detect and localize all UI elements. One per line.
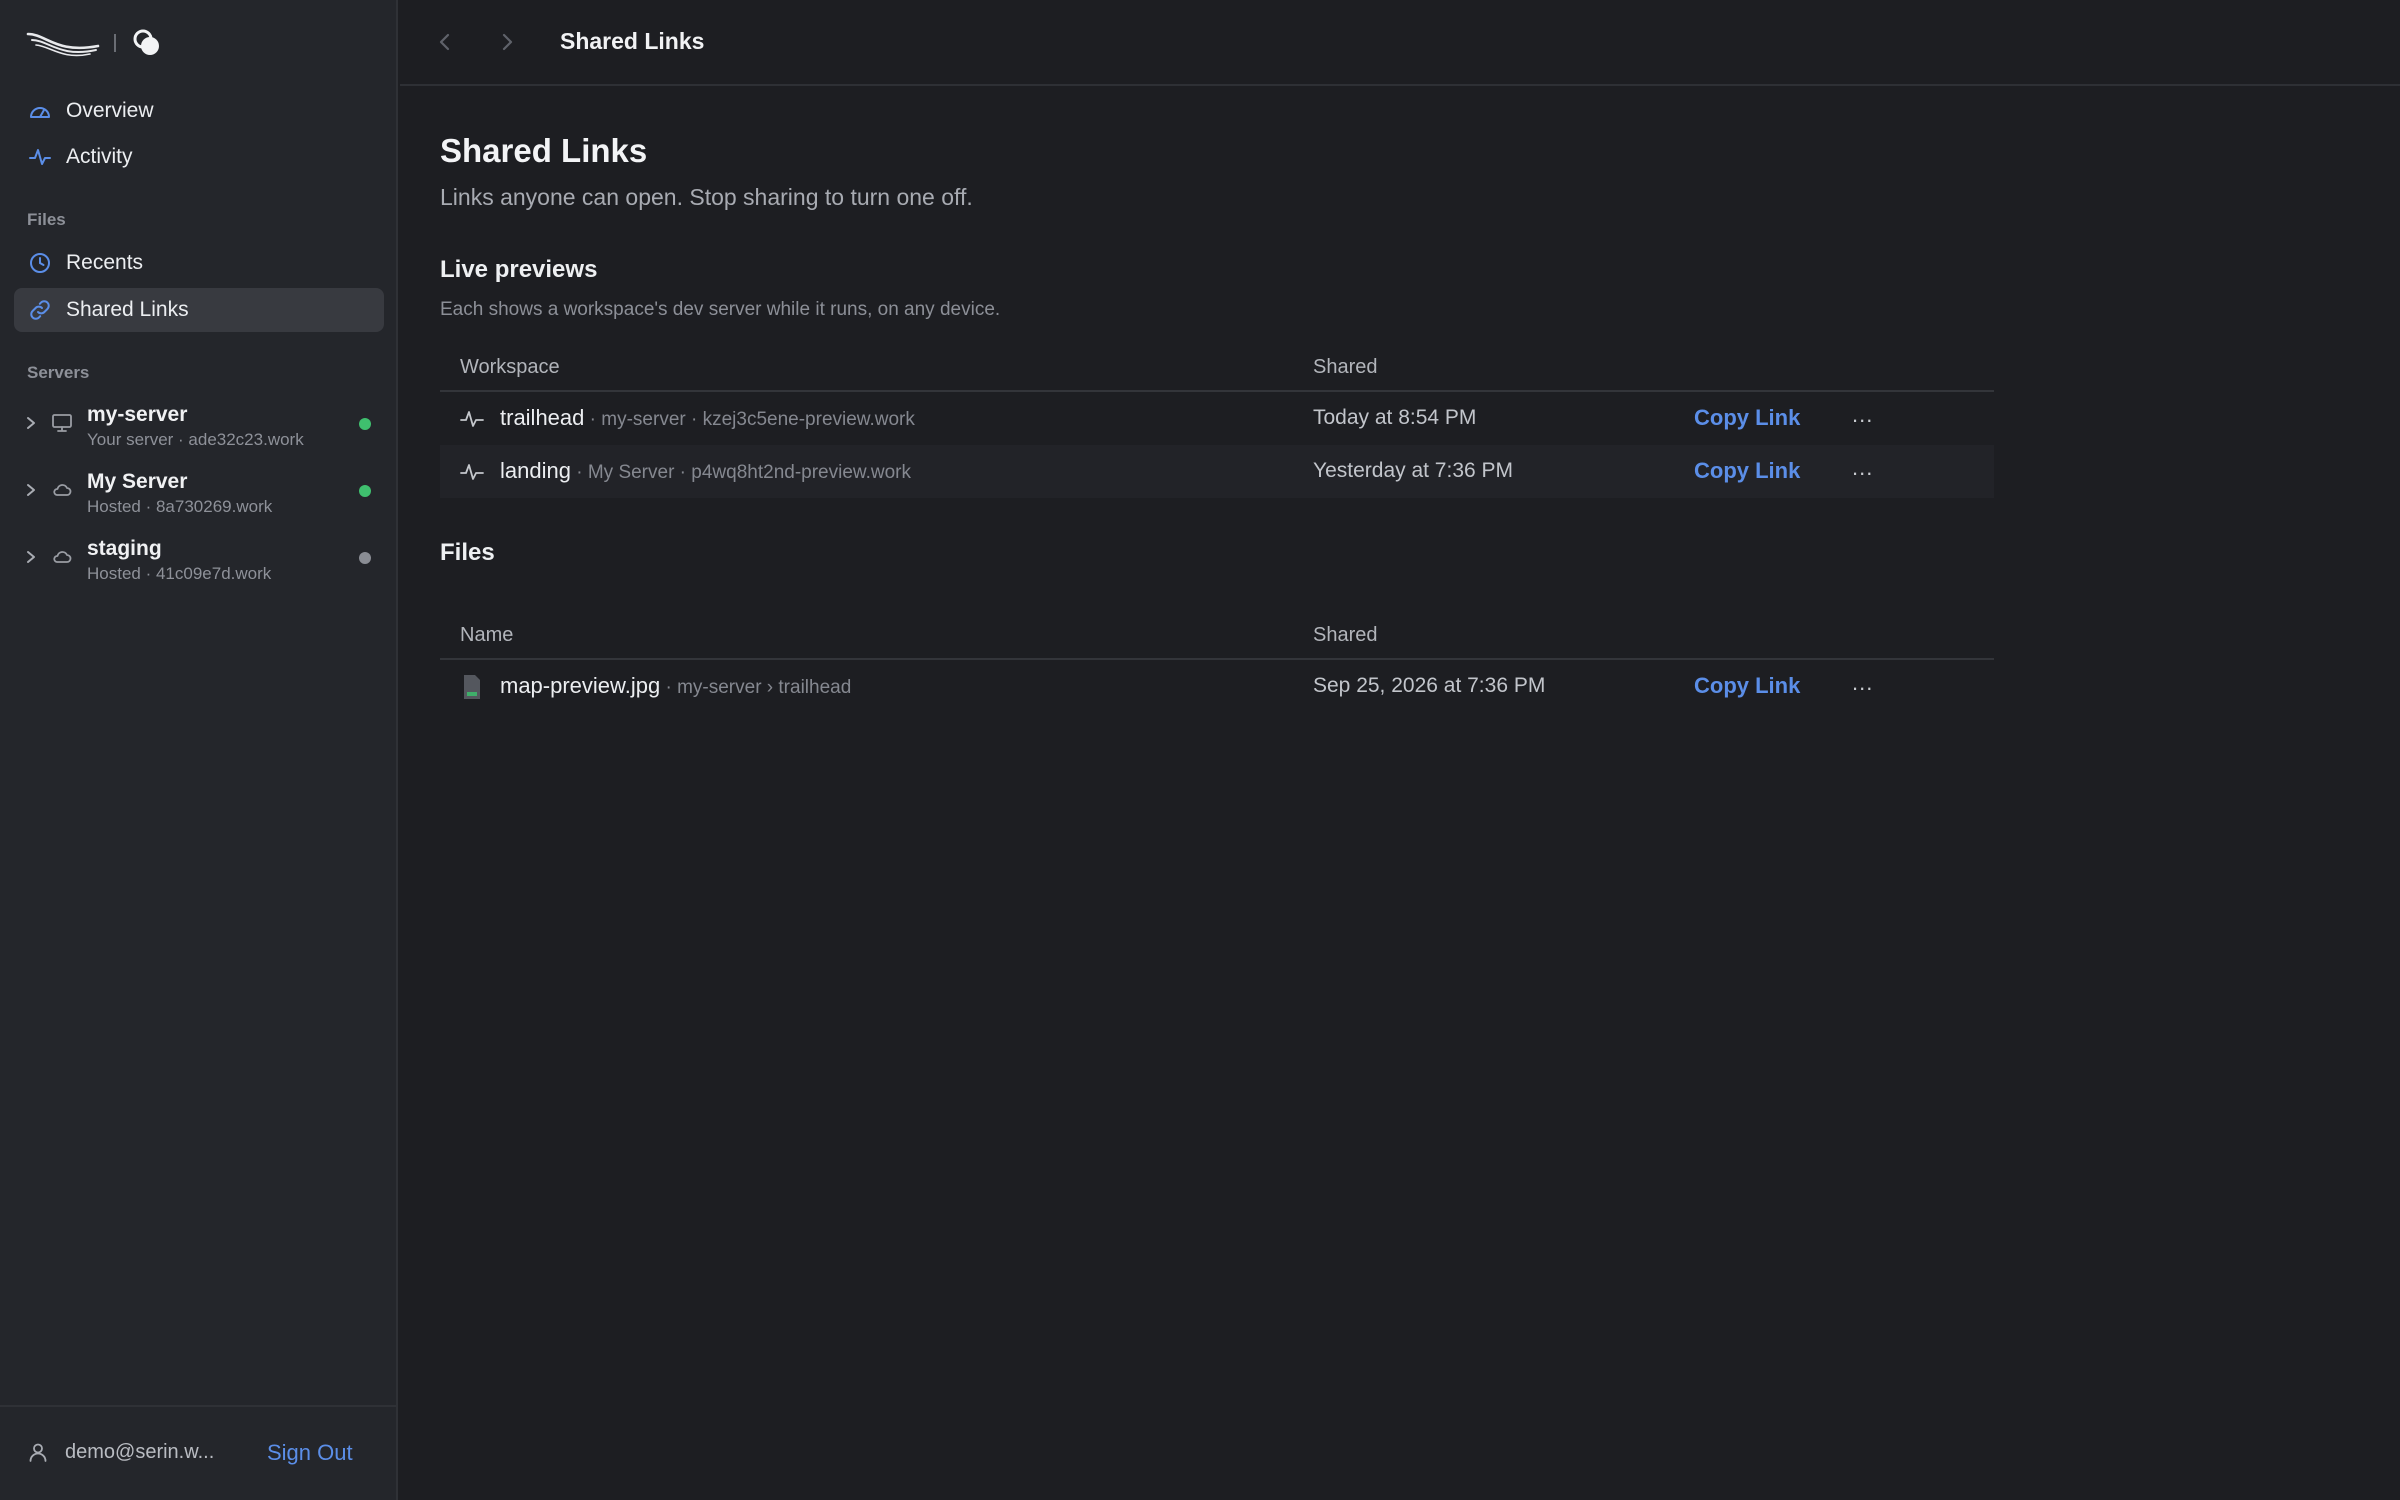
column-header-shared: Shared	[1313, 356, 1378, 378]
server-name: My Server	[87, 470, 188, 493]
sidebar-item-label: Recents	[66, 251, 144, 274]
workspace-name[interactable]: trailhead · my-server · kzej3c5ene-previ…	[500, 405, 915, 431]
sidebar-item-activity[interactable]: Activity	[14, 135, 384, 179]
server-item-staging[interactable]: staging Hosted · 41c09e7d.work	[0, 535, 396, 595]
shared-time: Sep 25, 2026 at 7:36 PM	[1313, 674, 1546, 697]
chevron-right-icon[interactable]	[23, 482, 39, 498]
shared-time: Yesterday at 7:36 PM	[1313, 459, 1514, 482]
server-subtitle: Hosted · 8a730269.work	[87, 497, 273, 516]
workspace-meta: · my-server · kzej3c5ene-preview.work	[584, 409, 915, 430]
copy-link-button[interactable]: Copy Link	[1694, 405, 1800, 431]
copy-link-button[interactable]: Copy Link	[1694, 458, 1800, 484]
wave-logo-icon	[26, 32, 100, 57]
cloud-icon	[53, 484, 72, 496]
activity-icon	[460, 411, 484, 427]
activity-icon	[29, 149, 51, 165]
page-subtitle: Links anyone can open. Stop sharing to t…	[440, 184, 973, 210]
cloud-icon	[53, 551, 72, 563]
file-meta: · my-server › trailhead	[660, 677, 852, 698]
chevron-right-icon[interactable]	[23, 415, 39, 431]
status-dot-offline	[359, 552, 371, 564]
file-name-text: map-preview.jpg	[500, 673, 661, 698]
activity-icon	[460, 464, 484, 480]
main-content: Shared Links Links anyone can open. Stop…	[400, 88, 2400, 1500]
server-name: my-server	[87, 403, 188, 426]
forward-arrow-icon[interactable]	[498, 32, 516, 52]
sidebar-item-shared-links[interactable]: Shared Links	[14, 288, 384, 332]
brand-divider	[114, 34, 116, 52]
column-header-shared: Shared	[1313, 624, 1378, 646]
topbar-title: Shared Links	[560, 28, 705, 54]
user-email: demo@serin.w...	[65, 1441, 215, 1463]
back-arrow-icon[interactable]	[436, 32, 454, 52]
gauge-icon	[30, 107, 50, 118]
sidebar-item-recents[interactable]: Recents	[14, 241, 384, 285]
link-icon	[30, 300, 50, 320]
files-section-label: Files	[27, 210, 66, 229]
sidebar-item-label: Overview	[66, 99, 154, 122]
status-dot-online	[359, 418, 371, 430]
chevron-right-icon[interactable]	[23, 549, 39, 565]
workspace-name-text: landing	[500, 458, 571, 483]
copy-link-button[interactable]: Copy Link	[1694, 673, 1800, 699]
image-file-icon	[464, 675, 480, 699]
sidebar-item-label: Shared Links	[66, 298, 189, 321]
table-row: map-preview.jpg · my-server › trailhead …	[440, 660, 1994, 713]
brand	[26, 26, 162, 60]
live-previews-table: Workspace Shared trailhead · my-server ·…	[440, 348, 1994, 498]
column-header-workspace: Workspace	[460, 356, 560, 378]
live-previews-description: Each shows a workspace's dev server whil…	[440, 299, 1001, 320]
monitor-icon	[52, 414, 72, 432]
file-name[interactable]: map-preview.jpg · my-server › trailhead	[500, 673, 851, 699]
files-heading: Files	[440, 539, 495, 566]
workspace-name-text: trailhead	[500, 405, 585, 430]
table-header: Workspace Shared	[440, 348, 1994, 392]
sign-out-button[interactable]: Sign Out	[267, 1440, 353, 1466]
table-header: Name Shared	[440, 616, 1994, 660]
sidebar-item-overview[interactable]: Overview	[14, 89, 384, 133]
workspace-meta: · My Server · p4wq8ht2nd-preview.work	[570, 462, 911, 483]
clock-icon	[30, 253, 50, 273]
files-table: Name Shared map-preview.jpg · my-server …	[440, 616, 1994, 713]
server-item-my-server-hosted[interactable]: My Server Hosted · 8a730269.work	[0, 468, 396, 528]
page-title: Shared Links	[440, 132, 648, 169]
sidebar: Overview Activity Files Recents Shared L…	[0, 0, 398, 1500]
servers-section-label: Servers	[27, 363, 90, 382]
table-row: landing · My Server · p4wq8ht2nd-preview…	[440, 445, 1994, 498]
server-subtitle: Hosted · 41c09e7d.work	[87, 564, 272, 583]
table-row: trailhead · my-server · kzej3c5ene-previ…	[440, 392, 1994, 445]
workspace-name[interactable]: landing · My Server · p4wq8ht2nd-preview…	[500, 458, 911, 484]
server-item-my-server[interactable]: my-server Your server · ade32c23.work	[0, 401, 396, 461]
sidebar-footer: demo@serin.w... Sign Out	[0, 1405, 396, 1500]
server-subtitle: Your server · ade32c23.work	[87, 430, 304, 449]
user-icon	[29, 1443, 47, 1462]
status-dot-online	[359, 485, 371, 497]
sidebar-item-label: Activity	[66, 145, 133, 168]
server-name: staging	[87, 537, 162, 560]
shared-time: Today at 8:54 PM	[1313, 406, 1477, 429]
top-bar: Shared Links	[400, 0, 2400, 86]
app-logo-icon	[133, 29, 159, 55]
more-options-button[interactable]: ...	[1852, 402, 1873, 428]
more-options-button[interactable]: ...	[1852, 455, 1873, 481]
more-options-button[interactable]: ...	[1852, 670, 1873, 696]
live-previews-heading: Live previews	[440, 256, 598, 283]
column-header-name: Name	[460, 624, 514, 646]
